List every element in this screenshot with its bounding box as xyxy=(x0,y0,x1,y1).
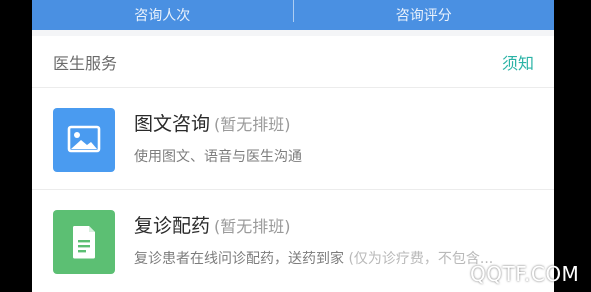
service-description-text: 使用图文、语音与医生沟通 xyxy=(134,149,302,165)
service-title-row: 复诊配药 (暂无排班) xyxy=(134,211,291,238)
service-item-image-text-consult[interactable]: 图文咨询 (暂无排班) 使用图文、语音与医生沟通 xyxy=(32,89,554,190)
watermark-text: QQTF.COM xyxy=(470,262,580,286)
schedule-status: (暂无排班) xyxy=(214,115,291,134)
image-icon xyxy=(53,108,115,172)
service-title: 图文咨询 xyxy=(134,113,211,135)
service-description-text: 复诊患者在线问诊配药，送药到家 xyxy=(134,251,344,267)
schedule-status: (暂无排班) xyxy=(214,217,291,236)
doctor-services-panel: 医生服务 须知 图文咨询 (暂无排班) 使用图文、语音与医生沟通 复诊配药 (暂… xyxy=(32,36,554,292)
consult-count-label: 咨询人次 xyxy=(134,8,191,24)
section-title: 医生服务 xyxy=(53,53,118,73)
section-header: 医生服务 须知 xyxy=(32,36,554,88)
service-description: 使用图文、语音与医生沟通 xyxy=(134,146,302,166)
consult-rating-tab[interactable]: 咨询评分 xyxy=(294,0,555,30)
document-icon xyxy=(53,210,115,274)
consult-count-tab[interactable]: 咨询人次 xyxy=(32,0,293,30)
service-description: 复诊患者在线问诊配药，送药到家 (仅为诊疗费，不包含... xyxy=(134,248,493,268)
notice-link[interactable]: 须知 xyxy=(502,50,534,74)
stats-bar: 咨询人次 咨询评分 xyxy=(32,0,554,30)
app-screen: 咨询人次 咨询评分 医生服务 须知 图文咨询 (暂无排班) 使用图文、语音与医生… xyxy=(32,0,554,292)
consult-rating-label: 咨询评分 xyxy=(395,8,452,24)
service-title: 复诊配药 xyxy=(134,215,211,237)
service-title-row: 图文咨询 (暂无排班) xyxy=(134,109,291,136)
